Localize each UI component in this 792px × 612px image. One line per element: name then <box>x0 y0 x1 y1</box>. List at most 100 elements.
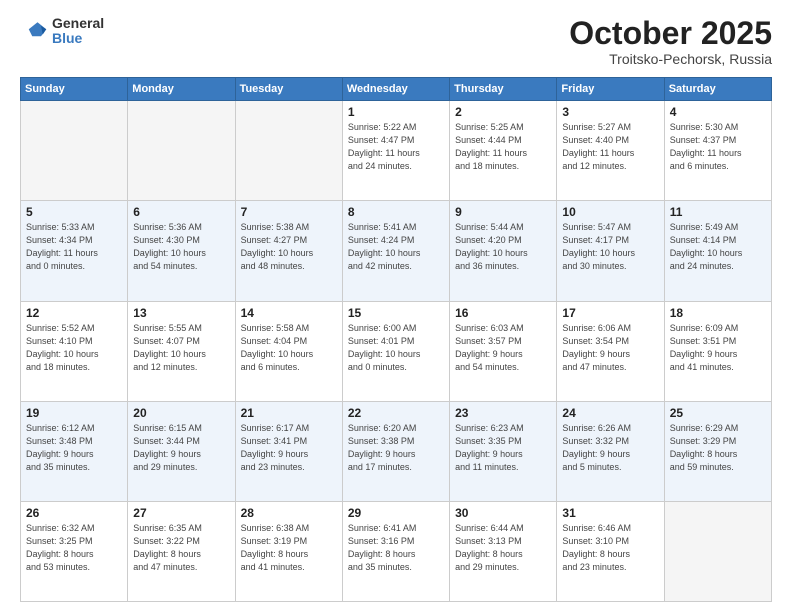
day-number: 23 <box>455 406 551 420</box>
day-info: Sunrise: 5:30 AM Sunset: 4:37 PM Dayligh… <box>670 121 766 173</box>
day-number: 1 <box>348 105 444 119</box>
day-number: 11 <box>670 205 766 219</box>
day-number: 17 <box>562 306 658 320</box>
calendar-cell: 1 Sunrise: 5:22 AM Sunset: 4:47 PM Daylig… <box>342 101 449 201</box>
calendar-cell: 26Sunrise: 6:32 AM Sunset: 3:25 PM Dayli… <box>21 501 128 601</box>
day-info: Sunrise: 5:52 AM Sunset: 4:10 PM Dayligh… <box>26 322 122 374</box>
calendar-cell: 8Sunrise: 5:41 AM Sunset: 4:24 PM Daylig… <box>342 201 449 301</box>
calendar-cell: 28 Sunrise: 6:38 AM Sunset: 3:19 PM Dayli… <box>235 501 342 601</box>
day-number: 16 <box>455 306 551 320</box>
calendar-week-row: 1 Sunrise: 5:22 AM Sunset: 4:47 PM Daylig… <box>21 101 772 201</box>
calendar-cell: 15 Sunrise: 6:00 AM Sunset: 4:01 PM Dayli… <box>342 301 449 401</box>
day-info: Sunrise: 6:26 AM Sunset: 3:32 PM Dayligh… <box>562 422 658 474</box>
logo: General Blue <box>20 16 104 47</box>
day-number: 28 <box>241 506 337 520</box>
logo-icon <box>20 17 48 45</box>
day-info: Sunrise: 6:38 AM Sunset: 3:19 PM Dayligh… <box>241 522 337 574</box>
day-number: 4 <box>670 105 766 119</box>
weekday-header-wednesday: Wednesday <box>342 78 449 101</box>
day-number: 26 <box>26 506 122 520</box>
day-info: Sunrise: 5:22 AM Sunset: 4:47 PM Dayligh… <box>348 121 444 173</box>
day-number: 15 <box>348 306 444 320</box>
day-number: 19 <box>26 406 122 420</box>
day-number: 29 <box>348 506 444 520</box>
calendar-cell: 19 Sunrise: 6:12 AM Sunset: 3:48 PM Dayli… <box>21 401 128 501</box>
weekday-header-row: SundayMondayTuesdayWednesdayThursdayFrid… <box>21 78 772 101</box>
day-number: 2 <box>455 105 551 119</box>
calendar-cell: 20 Sunrise: 6:15 AM Sunset: 3:44 PM Dayli… <box>128 401 235 501</box>
day-info: Sunrise: 6:23 AM Sunset: 3:35 PM Dayligh… <box>455 422 551 474</box>
day-number: 8 <box>348 205 444 219</box>
calendar-cell: 18 Sunrise: 6:09 AM Sunset: 3:51 PM Dayli… <box>664 301 771 401</box>
weekday-header-tuesday: Tuesday <box>235 78 342 101</box>
day-info: Sunrise: 6:09 AM Sunset: 3:51 PM Dayligh… <box>670 322 766 374</box>
calendar-week-row: 12Sunrise: 5:52 AM Sunset: 4:10 PM Dayli… <box>21 301 772 401</box>
day-number: 3 <box>562 105 658 119</box>
day-info: Sunrise: 6:17 AM Sunset: 3:41 PM Dayligh… <box>241 422 337 474</box>
day-number: 13 <box>133 306 229 320</box>
weekday-header-thursday: Thursday <box>450 78 557 101</box>
page: General Blue October 2025 Troitsko-Pecho… <box>0 0 792 612</box>
day-number: 18 <box>670 306 766 320</box>
location-subtitle: Troitsko-Pechorsk, Russia <box>569 51 772 67</box>
day-number: 5 <box>26 205 122 219</box>
weekday-header-saturday: Saturday <box>664 78 771 101</box>
calendar-cell <box>21 101 128 201</box>
calendar-cell: 16 Sunrise: 6:03 AM Sunset: 3:57 PM Dayli… <box>450 301 557 401</box>
day-number: 30 <box>455 506 551 520</box>
calendar-table: SundayMondayTuesdayWednesdayThursdayFrid… <box>20 77 772 602</box>
day-info: Sunrise: 6:12 AM Sunset: 3:48 PM Dayligh… <box>26 422 122 474</box>
day-number: 7 <box>241 205 337 219</box>
calendar-cell: 23 Sunrise: 6:23 AM Sunset: 3:35 PM Dayli… <box>450 401 557 501</box>
day-number: 9 <box>455 205 551 219</box>
calendar-cell: 31 Sunrise: 6:46 AM Sunset: 3:10 PM Dayli… <box>557 501 664 601</box>
calendar-cell: 30Sunrise: 6:44 AM Sunset: 3:13 PM Dayli… <box>450 501 557 601</box>
calendar-week-row: 26Sunrise: 6:32 AM Sunset: 3:25 PM Dayli… <box>21 501 772 601</box>
logo-line2: Blue <box>52 31 104 46</box>
calendar-cell: 2 Sunrise: 5:25 AM Sunset: 4:44 PM Daylig… <box>450 101 557 201</box>
calendar-cell: 5 Sunrise: 5:33 AM Sunset: 4:34 PM Daylig… <box>21 201 128 301</box>
day-number: 21 <box>241 406 337 420</box>
title-block: October 2025 Troitsko-Pechorsk, Russia <box>569 16 772 67</box>
day-info: Sunrise: 6:46 AM Sunset: 3:10 PM Dayligh… <box>562 522 658 574</box>
weekday-header-friday: Friday <box>557 78 664 101</box>
day-info: Sunrise: 5:27 AM Sunset: 4:40 PM Dayligh… <box>562 121 658 173</box>
day-number: 25 <box>670 406 766 420</box>
day-info: Sunrise: 6:35 AM Sunset: 3:22 PM Dayligh… <box>133 522 229 574</box>
calendar-cell: 13 Sunrise: 5:55 AM Sunset: 4:07 PM Dayli… <box>128 301 235 401</box>
day-info: Sunrise: 6:00 AM Sunset: 4:01 PM Dayligh… <box>348 322 444 374</box>
day-info: Sunrise: 5:38 AM Sunset: 4:27 PM Dayligh… <box>241 221 337 273</box>
calendar-cell: 11Sunrise: 5:49 AM Sunset: 4:14 PM Dayli… <box>664 201 771 301</box>
day-number: 20 <box>133 406 229 420</box>
calendar-cell: 3 Sunrise: 5:27 AM Sunset: 4:40 PM Daylig… <box>557 101 664 201</box>
weekday-header-monday: Monday <box>128 78 235 101</box>
calendar-cell: 27Sunrise: 6:35 AM Sunset: 3:22 PM Dayli… <box>128 501 235 601</box>
day-number: 22 <box>348 406 444 420</box>
day-info: Sunrise: 5:55 AM Sunset: 4:07 PM Dayligh… <box>133 322 229 374</box>
weekday-header-sunday: Sunday <box>21 78 128 101</box>
day-info: Sunrise: 5:25 AM Sunset: 4:44 PM Dayligh… <box>455 121 551 173</box>
day-info: Sunrise: 6:03 AM Sunset: 3:57 PM Dayligh… <box>455 322 551 374</box>
day-number: 10 <box>562 205 658 219</box>
calendar-cell: 29Sunrise: 6:41 AM Sunset: 3:16 PM Dayli… <box>342 501 449 601</box>
logo-line1: General <box>52 16 104 31</box>
day-number: 6 <box>133 205 229 219</box>
day-info: Sunrise: 6:20 AM Sunset: 3:38 PM Dayligh… <box>348 422 444 474</box>
day-info: Sunrise: 5:44 AM Sunset: 4:20 PM Dayligh… <box>455 221 551 273</box>
day-number: 24 <box>562 406 658 420</box>
day-info: Sunrise: 5:36 AM Sunset: 4:30 PM Dayligh… <box>133 221 229 273</box>
calendar-cell: 25Sunrise: 6:29 AM Sunset: 3:29 PM Dayli… <box>664 401 771 501</box>
calendar-cell: 4 Sunrise: 5:30 AM Sunset: 4:37 PM Daylig… <box>664 101 771 201</box>
day-info: Sunrise: 5:58 AM Sunset: 4:04 PM Dayligh… <box>241 322 337 374</box>
calendar-cell: 10Sunrise: 5:47 AM Sunset: 4:17 PM Dayli… <box>557 201 664 301</box>
calendar-cell: 22 Sunrise: 6:20 AM Sunset: 3:38 PM Dayli… <box>342 401 449 501</box>
calendar-cell: 21 Sunrise: 6:17 AM Sunset: 3:41 PM Dayli… <box>235 401 342 501</box>
day-number: 31 <box>562 506 658 520</box>
day-info: Sunrise: 5:33 AM Sunset: 4:34 PM Dayligh… <box>26 221 122 273</box>
day-info: Sunrise: 6:15 AM Sunset: 3:44 PM Dayligh… <box>133 422 229 474</box>
calendar-cell: 6 Sunrise: 5:36 AM Sunset: 4:30 PM Daylig… <box>128 201 235 301</box>
calendar-cell <box>128 101 235 201</box>
logo-text: General Blue <box>52 16 104 47</box>
day-number: 14 <box>241 306 337 320</box>
calendar-cell: 12Sunrise: 5:52 AM Sunset: 4:10 PM Dayli… <box>21 301 128 401</box>
